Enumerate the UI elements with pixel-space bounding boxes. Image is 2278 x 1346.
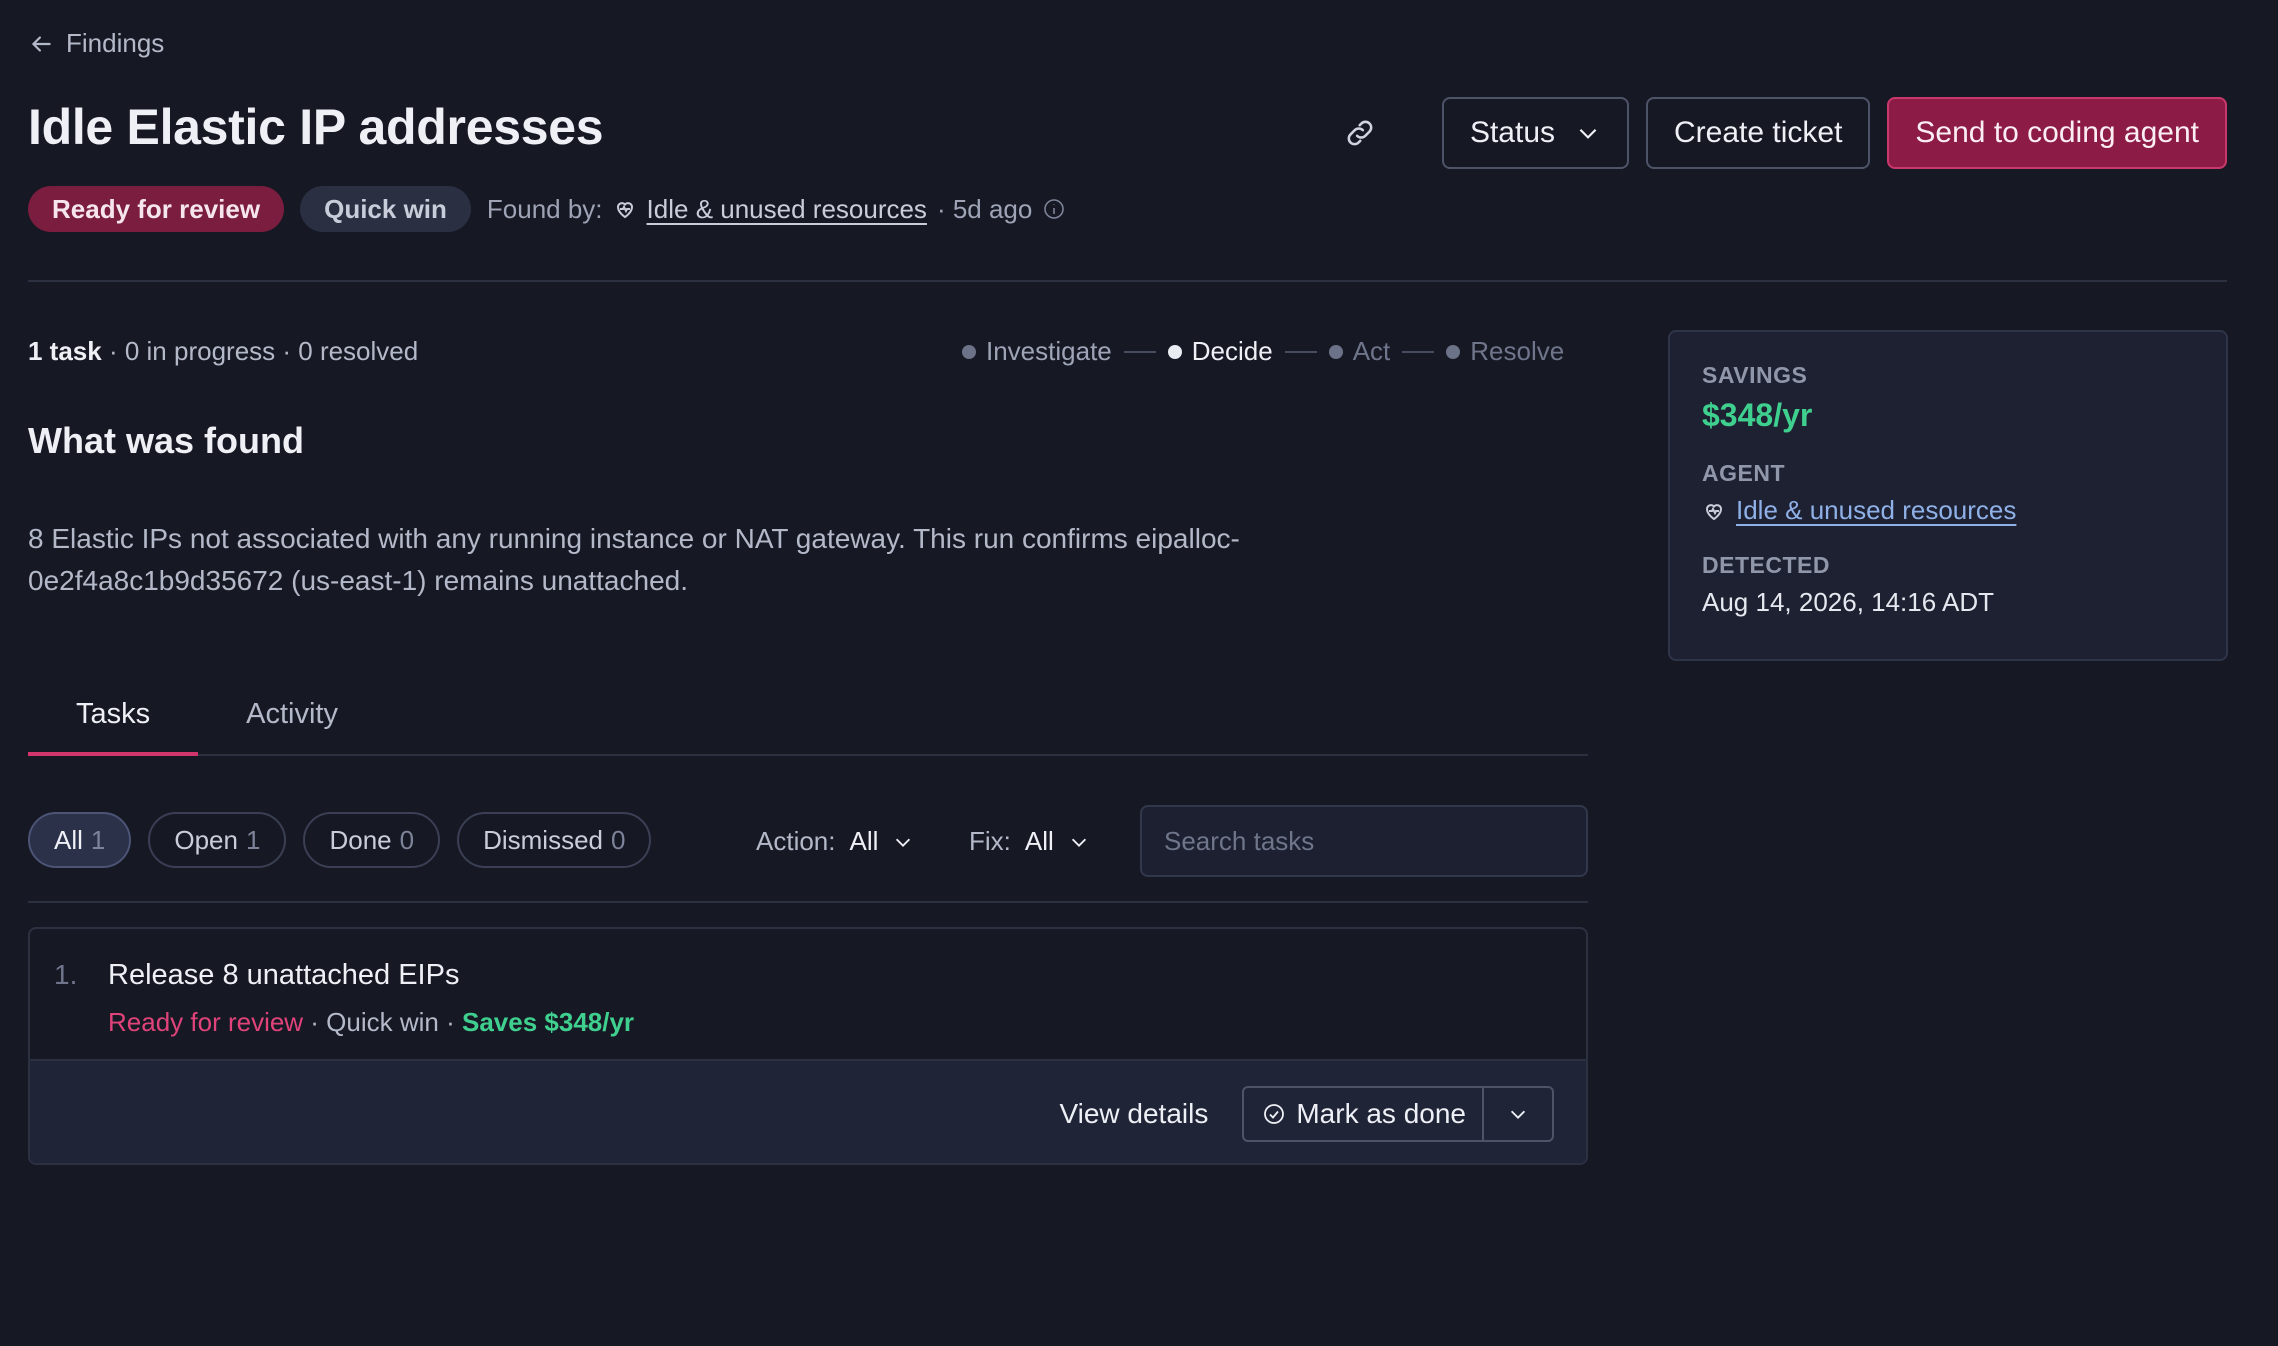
step-label: Act: [1352, 336, 1391, 366]
chip-count: 0: [611, 824, 626, 855]
task-card: 1. Release 8 unattached EIPs Ready for r…: [28, 927, 1588, 1165]
chip-count: 1: [90, 824, 106, 855]
filter-chip-all[interactable]: All 1: [28, 812, 132, 868]
workflow-steps: Investigate Decide Act Resolve: [962, 336, 1564, 367]
filters-divider: [28, 901, 1588, 903]
task-savings: Saves $348/yr: [462, 1007, 635, 1037]
status-dropdown-button[interactable]: Status: [1441, 97, 1630, 169]
chevron-down-icon: [1579, 128, 1597, 139]
back-to-findings-link[interactable]: Findings: [28, 28, 164, 59]
tab-bar: Tasks Activity: [28, 690, 1588, 756]
send-to-coding-agent-button[interactable]: Send to coding agent: [1887, 97, 2227, 169]
found-by: Found by: Idle & unused resources · 5d a…: [487, 194, 1066, 225]
fix-filter-value: All: [1024, 826, 1054, 856]
chip-count: 0: [399, 824, 415, 855]
finding-details-panel: SAVINGS $348/yr AGENT Idle & unused reso…: [1668, 330, 2228, 661]
info-icon[interactable]: [1042, 197, 1066, 221]
action-filter-value: All: [849, 826, 879, 856]
step-act: Act: [1328, 336, 1391, 367]
step-dot: [1167, 344, 1182, 359]
step-label: Investigate: [986, 336, 1112, 366]
task-count: 1 task: [28, 336, 102, 366]
create-ticket-button[interactable]: Create ticket: [1646, 97, 1871, 169]
task-meta: Ready for review · Quick win · Saves $34…: [108, 1007, 634, 1038]
chevron-down-icon: [896, 838, 911, 847]
step-decide: Decide: [1167, 336, 1273, 367]
section-heading: What was found: [28, 420, 304, 461]
mark-done-menu-button[interactable]: [1484, 1088, 1552, 1140]
agent-link[interactable]: Idle & unused resources: [1736, 495, 2016, 526]
status-button-label: Status: [1469, 116, 1556, 149]
task-card-actions: View details Mark as done: [30, 1059, 1586, 1163]
chip-count: 1: [245, 824, 261, 855]
view-details-button[interactable]: View details: [1059, 1098, 1208, 1130]
agent-label: AGENT: [1702, 460, 1785, 486]
fix-filter-label: Fix:: [969, 826, 1011, 856]
search-tasks-input[interactable]: [1164, 825, 1564, 857]
step-resolve: Resolve: [1446, 336, 1564, 367]
status-filter-chips: All 1 Open 1 Done 0 Dismissed 0: [28, 812, 652, 868]
page-title: Idle Elastic IP addresses: [28, 99, 604, 155]
filter-chip-done[interactable]: Done 0: [303, 812, 441, 868]
finding-description: 8 Elastic IPs not associated with any ru…: [28, 523, 1240, 596]
found-age: · 5d ago: [936, 193, 1033, 224]
check-circle-icon: [1264, 1104, 1285, 1124]
step-label: Decide: [1191, 336, 1273, 366]
back-label[interactable]: Findings: [66, 28, 164, 59]
header-actions: Status Create ticket Send to coding agen…: [1331, 97, 2227, 169]
fix-filter-dropdown[interactable]: Fix: All: [969, 826, 1090, 857]
mark-as-done-label: Mark as done: [1296, 1098, 1466, 1129]
task-summary: 1 task · 0 in progress · 0 resolved: [28, 336, 418, 367]
heart-pulse-icon: [1705, 503, 1723, 520]
task-progress: · 0 in progress · 0 resolved: [108, 336, 419, 366]
task-card-body: 1. Release 8 unattached EIPs Ready for r…: [30, 929, 1586, 1059]
chip-label: All: [54, 824, 83, 855]
detected-label: DETECTED: [1702, 552, 1830, 578]
agent-link[interactable]: Idle & unused resources: [647, 194, 927, 225]
step-connector: [1284, 350, 1317, 353]
step-investigate: Investigate: [962, 336, 1112, 367]
step-connector: [1123, 350, 1156, 353]
copy-link-button[interactable]: [1331, 104, 1389, 162]
heart-pulse-icon: [616, 202, 633, 219]
step-dot: [1446, 344, 1461, 359]
step-label: Resolve: [1470, 336, 1565, 366]
found-by-label: Found by:: [486, 193, 603, 224]
action-filter-label: Action:: [756, 826, 836, 856]
task-number: 1.: [54, 959, 78, 990]
mark-as-done-button[interactable]: Mark as done: [1244, 1088, 1484, 1140]
filter-chip-dismissed[interactable]: Dismissed 0: [457, 812, 652, 868]
step-dot: [962, 344, 976, 359]
tab-tasks[interactable]: Tasks: [28, 690, 199, 756]
chip-label: Open: [174, 824, 238, 855]
task-status: Ready for review: [108, 1007, 304, 1037]
detected-value: Aug 14, 2026, 14:16 ADT: [1702, 587, 1994, 617]
chevron-down-icon: [1071, 838, 1086, 847]
step-connector: [1402, 350, 1435, 353]
step-dot: [1328, 344, 1343, 359]
filter-chip-open[interactable]: Open 1: [148, 812, 287, 868]
mark-done-split-button: Mark as done: [1242, 1086, 1554, 1142]
status-badge: Ready for review: [28, 186, 285, 232]
tab-activity[interactable]: Activity: [198, 690, 386, 756]
action-filter-dropdown[interactable]: Action: All: [756, 826, 914, 857]
link-icon: [1347, 120, 1373, 146]
effort-badge: Quick win: [300, 186, 471, 232]
savings-label: SAVINGS: [1702, 362, 1808, 388]
chip-label: Dismissed: [483, 824, 603, 855]
finding-meta-row: Ready for review Quick win Found by: Idl…: [28, 186, 1066, 232]
savings-value: $348/yr: [1702, 397, 1813, 433]
search-tasks-field[interactable]: [1140, 805, 1588, 877]
header-divider: [28, 280, 2227, 282]
finding-detail-page: Findings Idle Elastic IP addresses Statu…: [0, 0, 2278, 1346]
task-effort: · Quick win ·: [303, 1007, 462, 1037]
agent-row: Idle & unused resources: [1702, 495, 2194, 526]
task-title[interactable]: Release 8 unattached EIPs: [108, 959, 459, 992]
arrow-left-icon: [31, 35, 51, 52]
chip-label: Done: [329, 824, 392, 855]
chevron-down-icon: [1510, 1110, 1526, 1119]
